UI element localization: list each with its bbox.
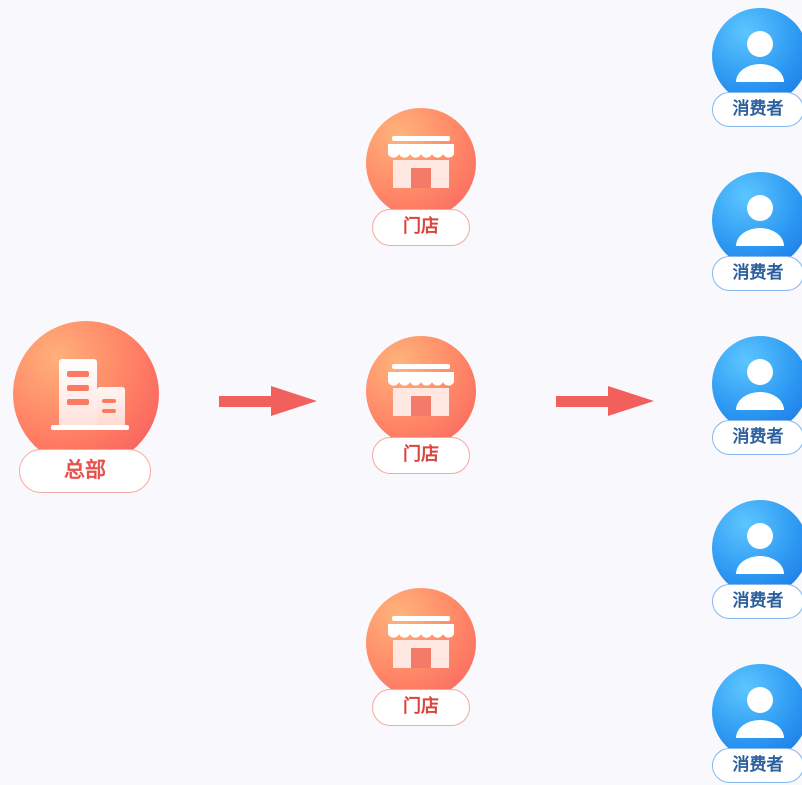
arrow-store-to-consumer — [556, 386, 654, 416]
storefront-icon — [388, 136, 454, 188]
store-label: 门店 — [372, 437, 470, 474]
person-icon — [736, 687, 784, 738]
store-circle — [366, 588, 476, 698]
person-icon — [736, 523, 784, 574]
arrow-hq-to-store — [219, 386, 317, 416]
hq-circle — [13, 321, 159, 467]
store-label: 门店 — [372, 209, 470, 246]
consumer-label: 消费者 — [712, 748, 802, 783]
hq-label: 总部 — [19, 449, 151, 493]
consumer-label: 消费者 — [712, 584, 802, 619]
consumer-circle — [712, 664, 802, 760]
person-icon — [736, 195, 784, 246]
consumer-label: 消费者 — [712, 92, 802, 127]
storefront-icon — [388, 616, 454, 668]
building-icon — [51, 359, 129, 430]
store-label: 门店 — [372, 689, 470, 726]
consumer-label: 消费者 — [712, 256, 802, 291]
consumer-circle — [712, 8, 802, 104]
store-circle — [366, 108, 476, 218]
storefront-icon — [388, 364, 454, 416]
flow-diagram: 总部 门店 门店 门店 消费者 消费者 消费者 消费者 消费者 — [0, 0, 802, 785]
consumer-circle — [712, 172, 802, 268]
consumer-label: 消费者 — [712, 420, 802, 455]
store-circle — [366, 336, 476, 446]
person-icon — [736, 359, 784, 410]
person-icon — [736, 31, 784, 82]
consumer-circle — [712, 336, 802, 432]
consumer-circle — [712, 500, 802, 596]
